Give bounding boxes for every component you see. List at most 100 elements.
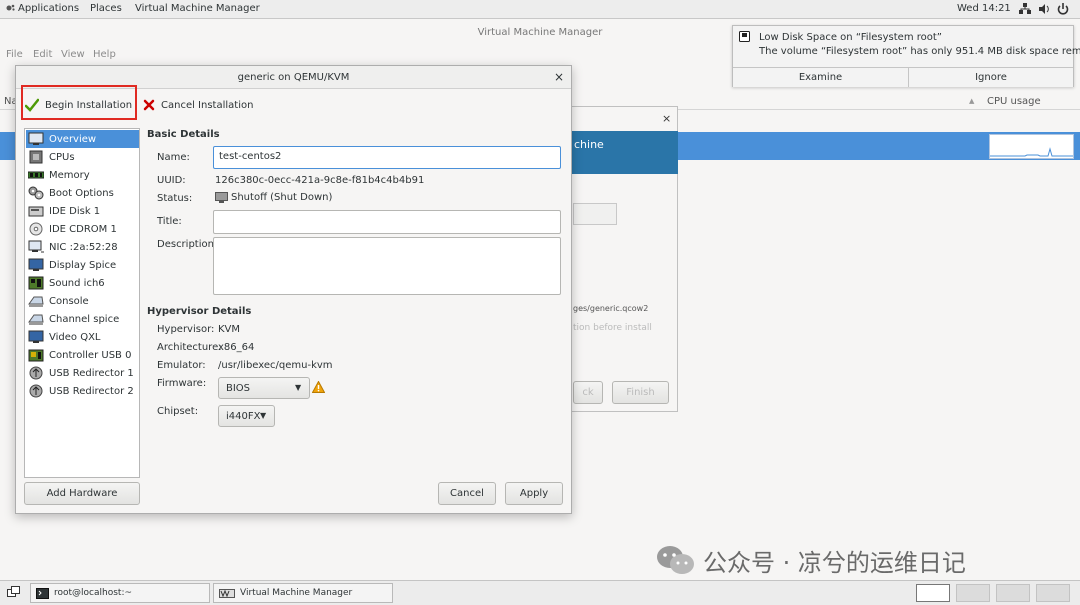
- top-bar: Applications Places Virtual Machine Mana…: [0, 0, 1080, 19]
- vmm-icon: [219, 588, 235, 599]
- applications-menu[interactable]: Applications: [6, 3, 79, 14]
- hardware-sidebar: Overview CPUs Memory Boot Options IDE Di…: [24, 128, 140, 478]
- chipset-label: Chipset:: [157, 406, 199, 417]
- sidebar-item-label: Channel spice: [49, 313, 120, 325]
- power-icon[interactable]: [1057, 3, 1069, 15]
- finish-button[interactable]: Finish: [612, 381, 669, 404]
- sidebar-item-channel-spice[interactable]: Channel spice: [26, 310, 139, 328]
- sidebar-item-controller-usb-0[interactable]: Controller USB 0: [26, 346, 139, 364]
- chipset-value: i440FX: [226, 410, 261, 422]
- video-icon: [28, 330, 44, 344]
- disk-icon: [28, 204, 44, 218]
- volume-icon[interactable]: [1038, 3, 1050, 15]
- watermark-text: 公众号 · 凉兮的运维日记: [703, 548, 966, 577]
- cpu-icon: [28, 150, 44, 164]
- architecture-value: x86_64: [218, 342, 255, 353]
- menu-file[interactable]: File: [6, 49, 23, 60]
- sidebar-item-cpus[interactable]: CPUs: [26, 148, 139, 166]
- close-icon[interactable]: ×: [554, 66, 564, 89]
- chevron-down-icon: ▼: [295, 383, 302, 392]
- sidebar-item-sound[interactable]: Sound ich6: [26, 274, 139, 292]
- places-menu[interactable]: Places: [90, 3, 122, 14]
- gears-icon: [28, 186, 44, 200]
- sidebar-item-label: Controller USB 0: [49, 349, 132, 361]
- sidebar-item-boot-options[interactable]: Boot Options: [26, 184, 139, 202]
- new-vm-field[interactable]: [573, 203, 617, 225]
- cancel-button[interactable]: Cancel: [438, 482, 496, 505]
- sort-up-icon: ▲: [969, 97, 975, 105]
- back-button[interactable]: ck: [573, 381, 603, 404]
- menu-view[interactable]: View: [61, 49, 85, 60]
- sidebar-item-nic[interactable]: NIC :2a:52:28: [26, 238, 139, 256]
- sidebar-item-label: Overview: [49, 133, 97, 145]
- uuid-label: UUID:: [157, 175, 186, 186]
- usb-icon: [28, 366, 44, 380]
- cancel-installation-button[interactable]: Cancel Installation: [143, 92, 253, 118]
- status-value: Shutoff (Shut Down): [231, 192, 333, 203]
- begin-installation-label: Begin Installation: [45, 99, 133, 111]
- clock[interactable]: Wed 14:21: [957, 3, 1011, 14]
- customize-option[interactable]: tion before install: [573, 323, 652, 333]
- show-desktop-icon[interactable]: [7, 586, 21, 599]
- add-hardware-button[interactable]: Add Hardware: [24, 482, 140, 505]
- column-cpu-header[interactable]: CPU usage: [987, 96, 1041, 107]
- ignore-button[interactable]: Ignore: [909, 67, 1073, 87]
- usb-icon: [28, 384, 44, 398]
- taskbar-item-terminal[interactable]: root@localhost:~: [30, 583, 210, 603]
- firmware-dropdown[interactable]: BIOS ▼: [218, 377, 310, 399]
- cdrom-icon: [28, 222, 44, 236]
- sidebar-item-usb-redirector-1[interactable]: USB Redirector 1: [26, 364, 139, 382]
- menu-edit[interactable]: Edit: [33, 49, 52, 60]
- network-icon[interactable]: [1019, 3, 1031, 15]
- sidebar-item-memory[interactable]: Memory: [26, 166, 139, 184]
- menu-help[interactable]: Help: [93, 49, 116, 60]
- sidebar-item-label: Memory: [49, 169, 90, 181]
- close-icon[interactable]: ×: [662, 112, 671, 125]
- sidebar-item-usb-redirector-2[interactable]: USB Redirector 2: [26, 382, 139, 400]
- sidebar-item-label: Console: [49, 295, 89, 307]
- app-menu[interactable]: Virtual Machine Manager: [135, 3, 260, 14]
- emulator-value: /usr/libexec/qemu-kvm: [218, 360, 333, 371]
- nic-icon: [28, 240, 44, 254]
- hypervisor-details-heading: Hypervisor Details: [147, 306, 252, 317]
- basic-details-heading: Basic Details: [147, 129, 220, 140]
- watermark: 公众号 · 凉兮的运维日记: [655, 542, 966, 578]
- chevron-down-icon: ▼: [260, 411, 267, 420]
- sidebar-item-console[interactable]: Console: [26, 292, 139, 310]
- title-label: Title:: [157, 216, 182, 227]
- firmware-label: Firmware:: [157, 378, 207, 389]
- description-textarea[interactable]: [213, 237, 561, 295]
- memory-icon: [28, 168, 44, 182]
- emulator-label: Emulator:: [157, 360, 206, 371]
- sidebar-item-ide-disk-1[interactable]: IDE Disk 1: [26, 202, 139, 220]
- console-icon: [28, 294, 44, 308]
- wechat-icon: [655, 544, 695, 576]
- workspace-1[interactable]: [916, 584, 950, 602]
- uuid-value: 126c380c-0ecc-421a-9c8e-f81b4c4b4b91: [215, 175, 425, 186]
- sidebar-item-label: Sound ich6: [49, 277, 105, 289]
- sidebar-item-label: IDE Disk 1: [49, 205, 101, 217]
- name-input[interactable]: test-centos2: [213, 146, 561, 169]
- sidebar-item-overview[interactable]: Overview: [26, 130, 139, 148]
- taskbar: root@localhost:~ Virtual Machine Manager: [0, 580, 1080, 605]
- cancel-installation-label: Cancel Installation: [161, 99, 254, 111]
- notification-icon: [739, 31, 750, 42]
- taskbar-item-vmm[interactable]: Virtual Machine Manager: [213, 583, 393, 603]
- apply-button[interactable]: Apply: [505, 482, 563, 505]
- workspace-4[interactable]: [1036, 584, 1070, 602]
- sidebar-item-label: USB Redirector 1: [49, 367, 134, 379]
- notification-body: The volume “Filesystem root” has only 95…: [759, 46, 1080, 57]
- sidebar-item-ide-cdrom-1[interactable]: IDE CDROM 1: [26, 220, 139, 238]
- workspace-3[interactable]: [996, 584, 1030, 602]
- workspace-2[interactable]: [956, 584, 990, 602]
- sidebar-item-video-qxl[interactable]: Video QXL: [26, 328, 139, 346]
- notification-title: Low Disk Space on “Filesystem root”: [759, 32, 942, 43]
- examine-button[interactable]: Examine: [733, 67, 909, 87]
- sidebar-item-label: Video QXL: [49, 331, 101, 343]
- begin-installation-button[interactable]: Begin Installation: [25, 92, 132, 118]
- display-icon: [28, 258, 44, 272]
- sidebar-item-label: Display Spice: [49, 259, 117, 271]
- title-input[interactable]: [213, 210, 561, 234]
- sidebar-item-display-spice[interactable]: Display Spice: [26, 256, 139, 274]
- chipset-dropdown[interactable]: i440FX ▼: [218, 405, 275, 427]
